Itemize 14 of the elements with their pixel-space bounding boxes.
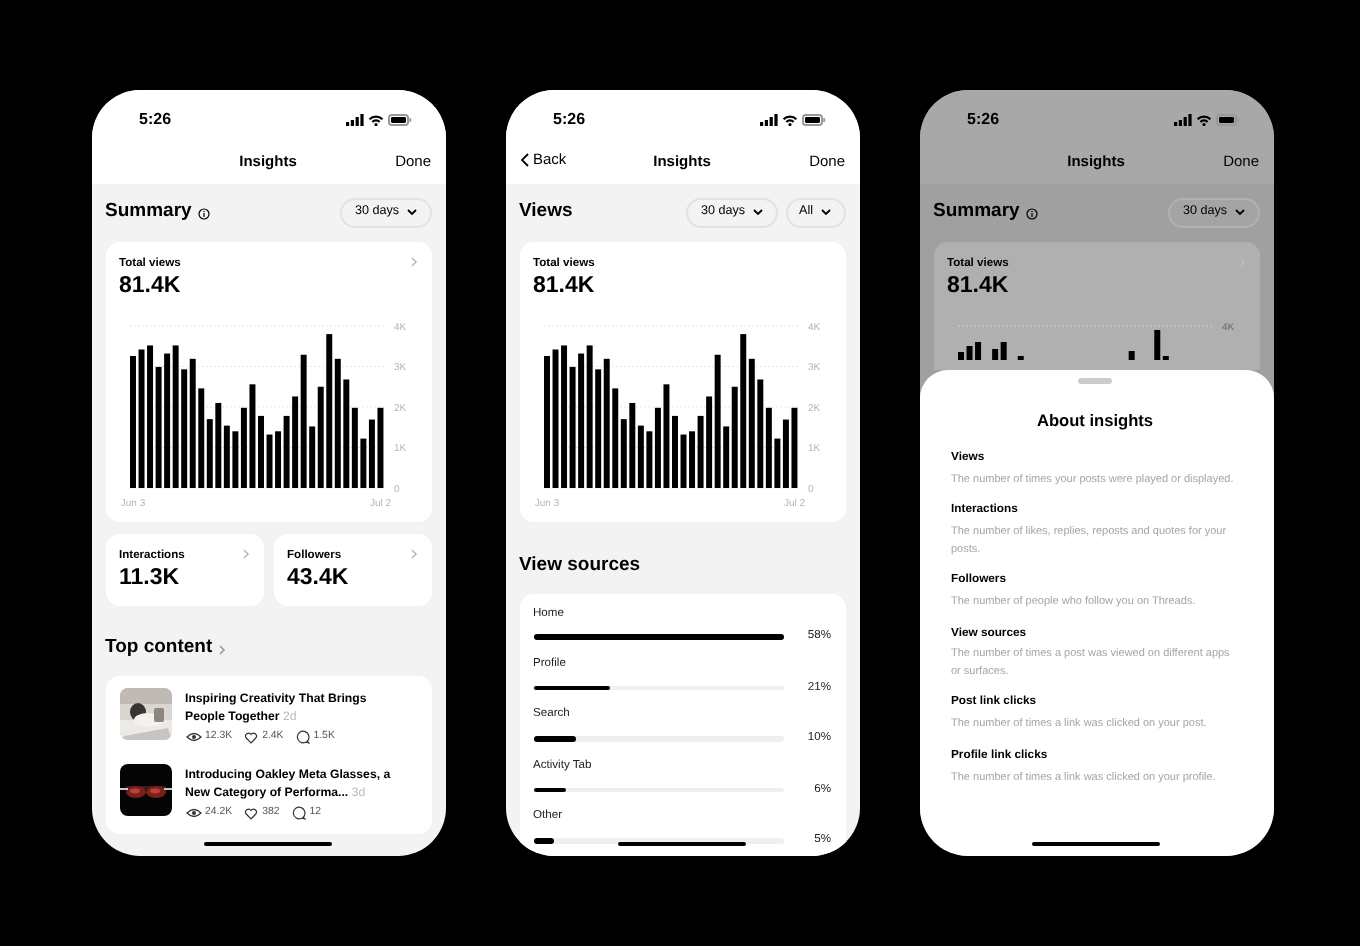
section-title: View sources [519, 552, 641, 581]
section-title: Summary [105, 198, 192, 227]
section-title: Summary [933, 198, 1020, 227]
section-title: Top content [105, 634, 213, 663]
status-time: 5:26 [967, 107, 1000, 131]
card-value: 11.3K [119, 566, 182, 594]
card-value: 81.4K [533, 273, 595, 301]
card-value: 81.4K [119, 273, 181, 301]
card-value: 81.4K [947, 273, 1009, 301]
sheet-title: About insights [1034, 407, 1156, 432]
card-value: 43.4K [287, 566, 349, 594]
status-time: 5:26 [553, 107, 586, 131]
status-time: 5:26 [139, 107, 172, 131]
section-title: Views [519, 198, 573, 227]
